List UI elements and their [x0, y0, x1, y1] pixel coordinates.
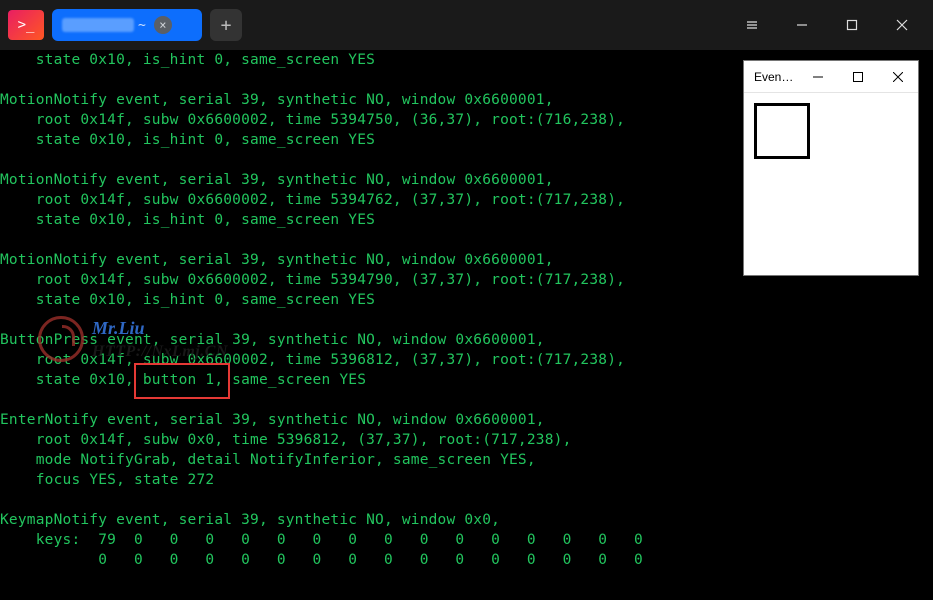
terminal-app-icon[interactable]: >_ — [8, 10, 44, 40]
close-button[interactable] — [879, 9, 925, 41]
event-tester-window[interactable]: Even… — [743, 60, 919, 276]
hamburger-menu-icon[interactable] — [729, 9, 775, 41]
terminal-line: focus YES, state 272 — [0, 470, 933, 490]
terminal-line: state 0x10, is_hint 0, same_screen YES — [0, 290, 933, 310]
terminal-line: ButtonPress event, serial 39, synthetic … — [0, 330, 933, 350]
terminal-line — [0, 310, 933, 330]
tab-active[interactable]: ~ × — [52, 9, 202, 41]
terminal-line: mode NotifyGrab, detail NotifyInferior, … — [0, 450, 933, 470]
event-close-button[interactable] — [878, 62, 918, 92]
terminal-line: state 0x10, button 1, same_screen YES — [0, 370, 933, 390]
event-maximize-button[interactable] — [838, 62, 878, 92]
terminal-line: root 0x14f, subw 0x6600002, time 5396812… — [0, 350, 933, 370]
terminal-line — [0, 390, 933, 410]
tab-title-suffix: ~ — [138, 18, 146, 33]
minimize-button[interactable] — [779, 9, 825, 41]
maximize-button[interactable] — [829, 9, 875, 41]
new-tab-button[interactable]: + — [210, 9, 242, 41]
titlebar: >_ ~ × + — [0, 0, 933, 50]
event-window-titlebar[interactable]: Even… — [744, 61, 918, 93]
terminal-line — [0, 490, 933, 510]
terminal-line: root 0x14f, subw 0x0, time 5396812, (37,… — [0, 430, 933, 450]
event-canvas[interactable] — [754, 103, 810, 159]
tab-strip: ~ × + — [52, 9, 242, 41]
terminal-line: 0 0 0 0 0 0 0 0 0 0 0 0 0 0 0 0 — [0, 550, 933, 570]
event-window-title: Even… — [754, 70, 798, 84]
terminal-line: EnterNotify event, serial 39, synthetic … — [0, 410, 933, 430]
event-window-body[interactable] — [744, 93, 918, 169]
terminal-line: keys: 79 0 0 0 0 0 0 0 0 0 0 0 0 0 0 0 — [0, 530, 933, 550]
terminal-line: KeymapNotify event, serial 39, synthetic… — [0, 510, 933, 530]
window-controls — [729, 9, 925, 41]
tab-title: ~ — [62, 18, 146, 33]
tab-title-blurred — [62, 18, 134, 32]
tab-close-button[interactable]: × — [154, 16, 172, 34]
event-minimize-button[interactable] — [798, 62, 838, 92]
